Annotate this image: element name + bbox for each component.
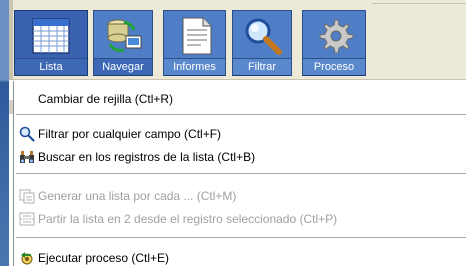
proceso-dropdown-menu: Cambiar de rejilla (Ctl+R) Filtrar por c…: [13, 81, 466, 266]
menu-item-label: Generar una lista por cada ... (Ctl+M): [38, 189, 237, 203]
list-generate-icon: [19, 188, 35, 204]
binoculars-icon: [19, 149, 35, 165]
menu-separator: [16, 173, 466, 174]
run-process-icon: [19, 250, 35, 266]
menu-item-label: Cambiar de rejilla (Ctl+R): [38, 92, 174, 106]
menu-item-label: Partir la lista en 2 desde el registro s…: [38, 212, 338, 226]
menu-separator: [16, 237, 466, 238]
menu-item-ejecutar-proceso[interactable]: Ejecutar proceso (Ctl+E): [14, 247, 466, 266]
menu-item-buscar-registros[interactable]: Buscar en los registros de la lista (Ctl…: [14, 146, 466, 168]
informes-label: Informes: [164, 58, 225, 75]
filtrar-label: Filtrar: [233, 58, 291, 75]
proceso-button[interactable]: Proceso: [302, 10, 366, 76]
informes-button[interactable]: Informes: [163, 10, 226, 76]
navegar-label: Navegar: [94, 58, 152, 75]
magnifier-icon: [19, 126, 35, 142]
menu-item-cambiar-rejilla[interactable]: Cambiar de rejilla (Ctl+R): [14, 88, 466, 110]
menu-item-label: Ejecutar proceso (Ctl+E): [38, 251, 170, 265]
toolbar-left-edge: [9, 0, 13, 80]
report-document-icon: [174, 14, 218, 58]
split-list-icon: [19, 211, 35, 227]
magnifier-icon: [241, 14, 285, 58]
menu-item-partir-lista[interactable]: Partir la lista en 2 desde el registro s…: [14, 208, 466, 230]
database-navigate-icon: [102, 14, 146, 58]
menu-item-label: Buscar en los registros de la lista (Ctl…: [38, 150, 256, 164]
menu-item-generar-lista[interactable]: Generar una lista por cada ... (Ctl+M): [14, 185, 466, 207]
menu-item-label: Filtrar por cualquier campo (Ctl+F): [38, 127, 222, 141]
grid-list-icon: [29, 14, 73, 58]
lista-label: Lista: [15, 58, 87, 75]
window-left-edge: [0, 0, 9, 266]
filtrar-button[interactable]: Filtrar: [232, 10, 292, 76]
menu-item-filtrar-campo[interactable]: Filtrar por cualquier campo (Ctl+F): [14, 123, 466, 145]
gear-process-icon: [313, 14, 357, 58]
toolbar-divider: [372, 3, 466, 4]
proceso-label: Proceso: [303, 58, 365, 75]
menu-separator: [16, 114, 466, 115]
lista-button[interactable]: Lista: [14, 10, 88, 76]
navegar-button[interactable]: Navegar: [93, 10, 153, 76]
